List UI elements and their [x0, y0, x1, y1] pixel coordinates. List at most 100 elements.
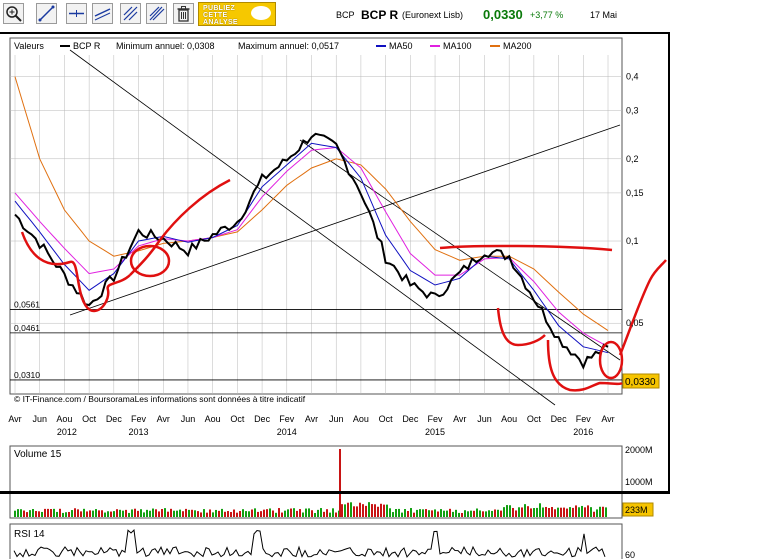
quote-date: 17 Mai	[590, 10, 618, 20]
legend-min: Minimum annuel: 0,0308	[116, 41, 215, 51]
x-tick-label: Aou	[501, 414, 517, 424]
x-tick-label: Aou	[353, 414, 369, 424]
volume-bar	[515, 510, 517, 517]
volume-bar	[305, 508, 307, 517]
volume-bar	[59, 508, 61, 517]
volume-bar	[428, 510, 430, 517]
volume-bar	[296, 510, 298, 517]
volume-bar	[365, 505, 367, 517]
volume-bar	[299, 509, 301, 517]
volume-bar	[131, 509, 133, 517]
trend-line-button[interactable]	[92, 3, 113, 24]
volume-bar	[362, 504, 364, 517]
volume-bar	[35, 511, 37, 517]
horizontal-line-button[interactable]	[66, 3, 87, 24]
volume-bar	[542, 507, 544, 517]
volume-bar	[317, 509, 319, 517]
y-axis-labels: 0,4 0,3 0,2 0,15 0,1 0,05	[626, 72, 644, 329]
volume-bar	[167, 511, 169, 517]
volume-bar	[473, 510, 475, 517]
volume-bar	[20, 509, 22, 517]
volume-bar	[89, 510, 91, 517]
volume-bar	[524, 504, 526, 517]
last-price-label: 0,0330	[625, 377, 656, 388]
volume-bar	[479, 510, 481, 517]
ticker-small: BCP	[336, 10, 355, 20]
volume-bar	[104, 512, 106, 517]
volume-bar	[464, 510, 466, 517]
volume-last-label: 233M	[625, 505, 648, 515]
volume-bar	[263, 509, 265, 517]
legend-ma50: MA50	[389, 41, 413, 51]
fibonacci-button[interactable]	[146, 3, 167, 24]
volume-bar	[188, 509, 190, 517]
rsi-panel-frame	[9, 523, 623, 559]
y-tick-label: 0,15	[626, 188, 644, 198]
stock-chart[interactable]: 0,0561 0,0461 0,0310 Valeurs BCP R Minimum…	[0, 0, 768, 559]
volume-bar	[119, 509, 121, 517]
volume-bar	[125, 509, 127, 517]
volume-bar	[443, 510, 445, 517]
volume-bar	[377, 506, 379, 517]
x-year-label: 2013	[129, 427, 149, 437]
pencil-line-icon	[38, 5, 55, 22]
volume-bar	[575, 505, 577, 517]
fan-line-icon	[149, 6, 165, 21]
volume-bar	[533, 508, 535, 517]
x-tick-label: Oct	[379, 414, 394, 424]
volume-bar	[176, 510, 178, 517]
draw-line-button[interactable]	[36, 3, 57, 24]
fan-line-icon	[123, 6, 138, 21]
volume-bar	[86, 511, 88, 517]
zoom-button[interactable]	[3, 3, 24, 24]
volume-bar	[339, 449, 341, 517]
x-year-label: 2016	[573, 427, 593, 437]
reference-label: 0,0561	[14, 300, 40, 310]
volume-bar	[530, 508, 532, 517]
volume-bar	[68, 511, 70, 517]
volume-bar	[314, 512, 316, 517]
volume-bar	[512, 507, 514, 517]
x-tick-label: Jun	[181, 414, 196, 424]
parallel-line-button[interactable]	[120, 3, 141, 24]
volume-bar	[467, 511, 469, 517]
volume-bar	[284, 510, 286, 517]
volume-bar	[248, 511, 250, 517]
volume-bar	[56, 511, 58, 517]
volume-bar	[359, 502, 361, 517]
volume-bar	[266, 509, 268, 517]
volume-bar	[452, 511, 454, 517]
volume-bar	[293, 508, 295, 517]
volume-bar	[545, 506, 547, 517]
volume-bar	[206, 512, 208, 517]
volume-bar	[41, 511, 43, 517]
volume-bar	[128, 512, 130, 517]
reference-label: 0,0310	[14, 370, 40, 380]
volume-bar	[341, 504, 343, 517]
x-tick-label: Fev	[279, 414, 295, 424]
x-tick-label: Fev	[428, 414, 444, 424]
last-price: 0,0330	[483, 7, 523, 22]
volume-bar	[326, 509, 328, 517]
volume-bar	[587, 505, 589, 517]
volume-bar	[44, 508, 46, 517]
rsi-tick-60: 60	[625, 550, 635, 559]
volume-bar	[122, 510, 124, 517]
volume-bar	[482, 511, 484, 517]
delete-button[interactable]	[173, 3, 194, 24]
volume-bar	[371, 504, 373, 517]
publish-analysis-button[interactable]: PUBLIEZ CETTE ANALYSE	[198, 2, 276, 26]
volume-bar	[92, 510, 94, 517]
volume-bar	[440, 509, 442, 517]
volume-bar	[380, 503, 382, 517]
volume-bar	[497, 509, 499, 517]
volume-bar	[581, 505, 583, 517]
volume-bar	[374, 504, 376, 517]
volume-bar	[71, 510, 73, 517]
volume-bar	[560, 507, 562, 517]
volume-bar	[137, 510, 139, 517]
x-tick-label: Fev	[576, 414, 592, 424]
volume-bar	[14, 510, 16, 517]
volume-bar	[539, 503, 541, 517]
rsi-title: RSI 14	[14, 529, 45, 540]
